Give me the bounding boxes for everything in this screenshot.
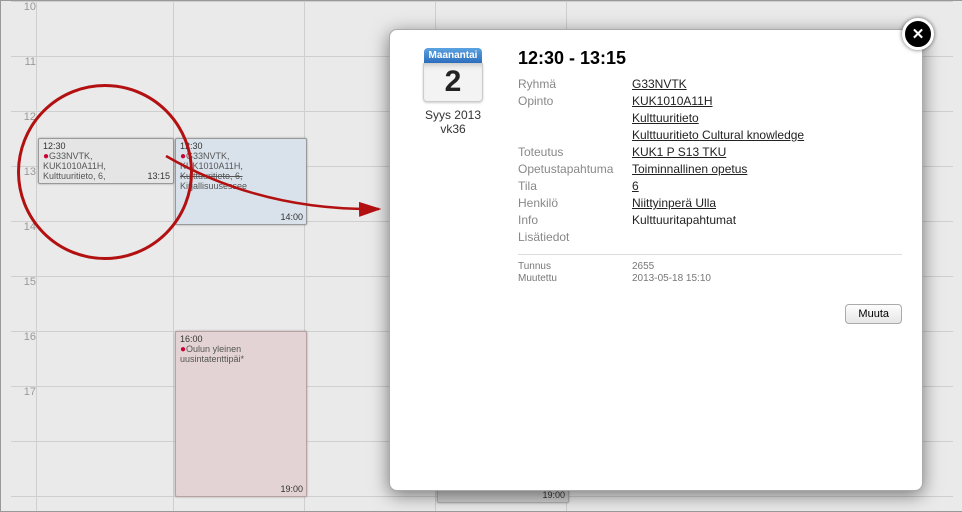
time-range: 12:30 - 13:15 [518,48,902,69]
detail-label: Opetustapahtuma [518,162,618,176]
meta-label: Muutettu [518,273,618,284]
meta-label: Tunnus [518,261,618,272]
date-block: Maanantai 2 Syys 2013 vk36 [408,48,498,324]
detail-label: Lisätiedot [518,230,618,244]
event-start-time: 12:30 [180,141,302,151]
detail-label: Info [518,213,618,227]
event-end-time: 14:00 [280,212,303,222]
hour-label: 12 [11,111,36,123]
event-title: G33NVTK, [186,151,230,161]
event-title: KUK1010A11H, [43,161,169,171]
event-title: Oulun yleinen [186,344,241,354]
detail-value-info: Kulttuuritapahtumat [632,213,736,227]
detail-value-implementation[interactable]: KUK1 P S13 TKU [632,145,726,159]
close-button[interactable]: ✕ [902,18,934,50]
event-end-time: 13:15 [147,171,170,181]
detail-value-course-name-en[interactable]: Kulttuuritieto Cultural knowledge [632,128,804,142]
close-icon: ✕ [912,25,925,43]
hour-label: 16 [11,331,36,343]
meta-value-id: 2655 [632,261,654,272]
hour-label: 11 [11,56,36,68]
hour-label: 17 [11,386,36,398]
event-start-time: 12:30 [43,141,169,151]
calendar-event[interactable]: 12:30 ●G33NVTK, KUK1010A11H, Kulttuuriti… [38,138,174,184]
detail-label: Henkilö [518,196,618,210]
hour-label: 10 [11,1,36,13]
calendar-event[interactable]: 12:30 ●G33NVTK, KUK1010A11H, Kulttuuriti… [175,138,307,225]
calendar-event[interactable]: 16:00 ●Oulun yleinen uusintatenttipäi* 1… [175,331,307,497]
month-year: Syys 2013 [408,108,498,122]
edit-button[interactable]: Muuta [845,304,902,324]
detail-label: Opinto [518,94,618,108]
day-number: 2 [423,63,483,102]
detail-value-person[interactable]: Niittyinperä Ulla [632,196,716,210]
weekday-label: Maanantai [424,48,482,63]
hour-label: 13 [11,166,36,178]
detail-label [518,128,618,142]
detail-panel: 12:30 - 13:15 Ryhmä G33NVTK Opinto KUK1010… [518,48,902,324]
hour-label: 14 [11,221,36,233]
detail-label: Ryhmä [518,77,618,91]
event-detail-popup: ✕ Maanantai 2 Syys 2013 vk36 12:30 - 13:… [389,29,923,491]
week-number: vk36 [408,122,498,136]
event-title: KUK1010A11H, [180,161,302,171]
detail-label: Tila [518,179,618,193]
event-end-time: 19:00 [280,484,303,494]
event-end-time: 19:00 [542,490,565,500]
event-title: uusintatenttipäi* [180,354,302,364]
detail-value-group[interactable]: G33NVTK [632,77,687,91]
meta-value-modified: 2013-05-18 15:10 [632,273,711,284]
event-title: G33NVTK, [49,151,93,161]
event-title: Kirjallisuusessee [180,181,302,191]
event-start-time: 16:00 [180,334,302,344]
detail-label [518,111,618,125]
event-title: Kulttuuritieto, 6, [180,171,302,181]
detail-value-course[interactable]: KUK1010A11H [632,94,713,108]
detail-value-room[interactable]: 6 [632,179,639,193]
detail-value-course-name[interactable]: Kulttuuritieto [632,111,699,125]
detail-label: Toteutus [518,145,618,159]
detail-value-teaching-event[interactable]: Toiminnallinen opetus [632,162,747,176]
hour-label: 15 [11,276,36,288]
